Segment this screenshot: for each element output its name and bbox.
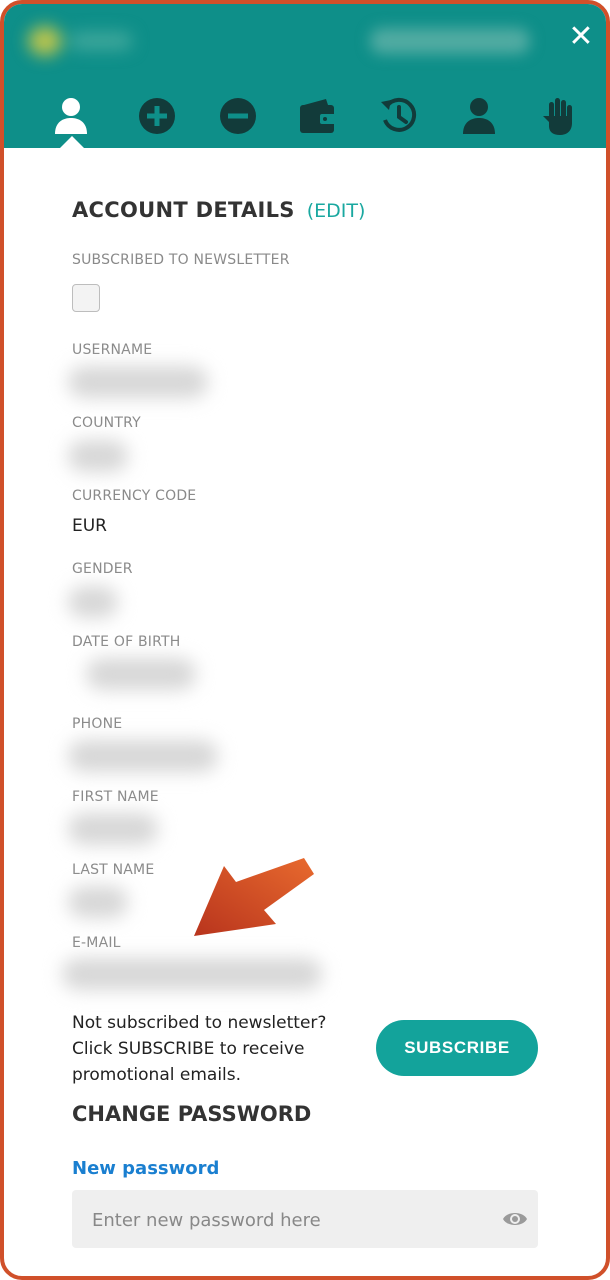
deposit-icon[interactable] [132, 92, 182, 140]
header-user-info [370, 28, 530, 54]
subscribe-button[interactable]: SUBSCRIBE [376, 1020, 538, 1076]
currency-label: CURRENCY CODE [72, 488, 197, 504]
username-value [68, 366, 208, 398]
first-name-value [68, 813, 158, 845]
country-value [68, 440, 128, 472]
profile-icon[interactable] [454, 92, 504, 140]
email-value [62, 958, 322, 990]
newsletter-label: SUBSCRIBED TO NEWSLETTER [72, 252, 290, 268]
edit-link[interactable]: (EDIT) [307, 200, 366, 222]
annotation-arrow [194, 858, 314, 936]
history-icon[interactable] [374, 92, 424, 140]
change-password-title: CHANGE PASSWORD [72, 1102, 312, 1126]
currency-value: EUR [72, 516, 107, 536]
close-icon[interactable]: ✕ [564, 20, 598, 54]
account-title-row: ACCOUNT DETAILS (EDIT) [72, 198, 365, 222]
last-name-label: LAST NAME [72, 862, 155, 878]
account-icon[interactable] [46, 92, 96, 140]
panel-header: ✕ [4, 4, 606, 148]
withdraw-icon[interactable] [213, 92, 263, 140]
account-panel: ✕ ACCOUNT DETAILS (EDIT) SUBSCRIBED TO N… [0, 0, 610, 1280]
new-password-input[interactable] [90, 1190, 494, 1250]
first-name-label: FIRST NAME [72, 789, 159, 805]
newsletter-promo-text: Not subscribed to newsletter? Click SUBS… [72, 1013, 327, 1085]
eye-icon[interactable] [502, 1207, 528, 1231]
new-password-field [72, 1190, 538, 1250]
new-password-label: New password [72, 1158, 220, 1179]
phone-value [68, 740, 218, 772]
wallet-icon[interactable] [293, 92, 343, 140]
account-details-title: ACCOUNT DETAILS [72, 198, 295, 222]
gender-value [68, 586, 118, 618]
account-nav [4, 92, 606, 148]
dob-label: DATE OF BIRTH [72, 634, 181, 650]
dob-value [86, 658, 196, 690]
username-label: USERNAME [72, 342, 153, 358]
gender-label: GENDER [72, 561, 133, 577]
phone-label: PHONE [72, 716, 123, 732]
last-name-value [68, 886, 128, 918]
brand-logo [22, 18, 142, 64]
newsletter-checkbox[interactable] [72, 284, 100, 312]
country-label: COUNTRY [72, 415, 141, 431]
email-label: E-MAIL [72, 935, 121, 951]
active-tab-pointer [60, 136, 84, 148]
stop-hand-icon[interactable] [534, 92, 584, 140]
